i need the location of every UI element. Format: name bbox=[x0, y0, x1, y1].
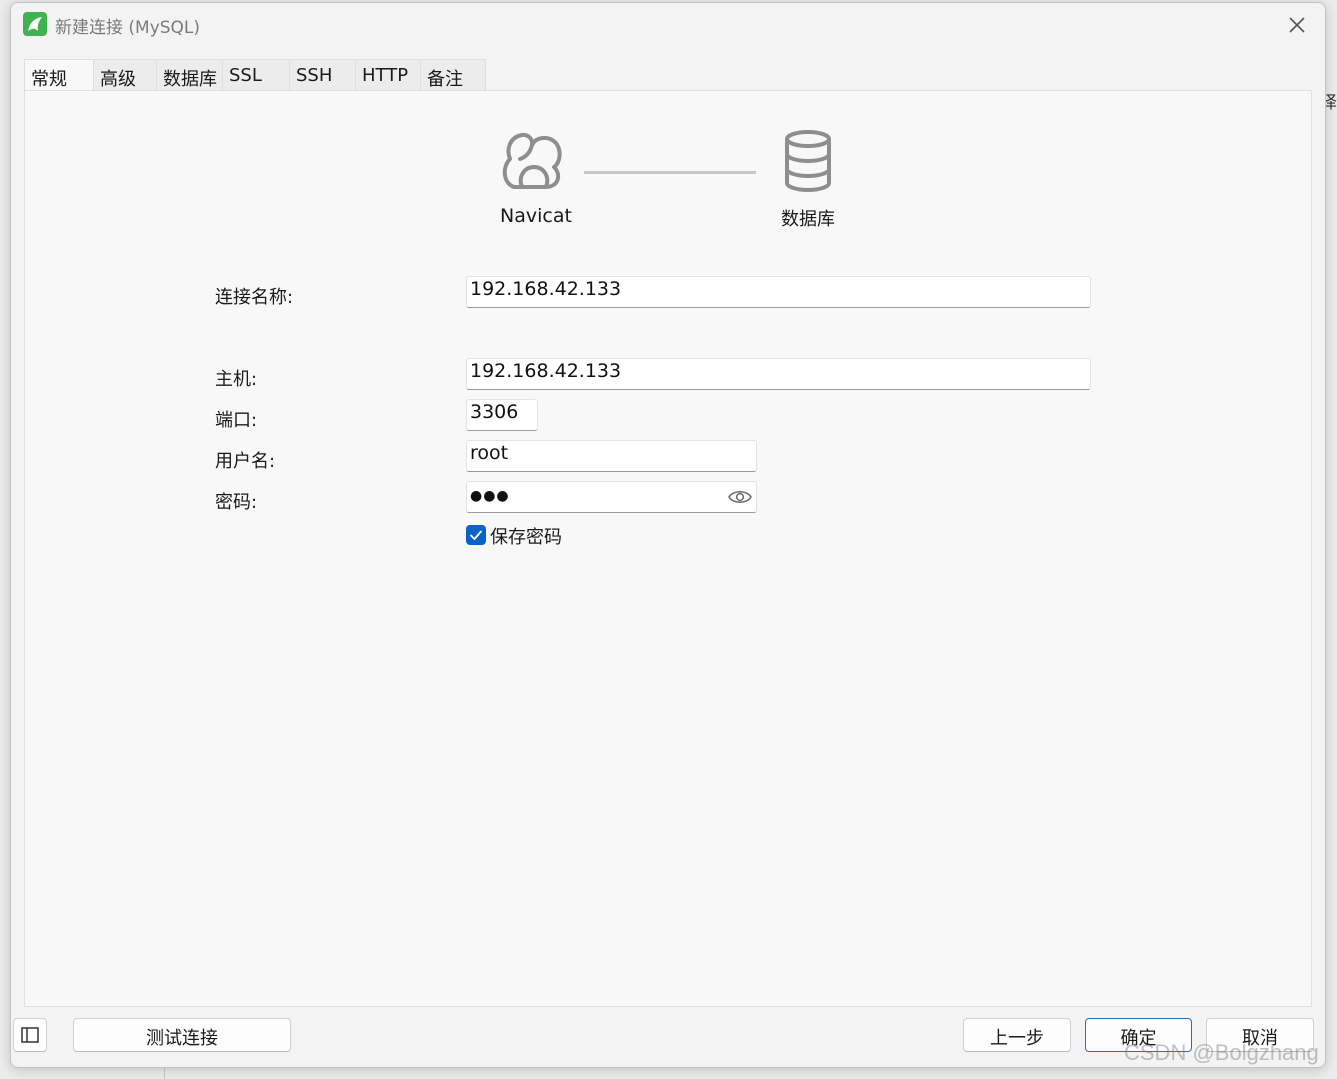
checkmark-icon bbox=[470, 530, 482, 540]
connection-name-input[interactable]: 192.168.42.133 bbox=[466, 276, 1091, 308]
titlebar: 新建连接 (MySQL) bbox=[11, 3, 1325, 47]
username-input[interactable]: root bbox=[466, 440, 757, 472]
new-connection-dialog: 新建连接 (MySQL) 常规 高级 数据库 SSL SSH HTTP 备注 N… bbox=[10, 2, 1326, 1068]
password-label: 密码: bbox=[215, 492, 258, 513]
window-title: 新建连接 (MySQL) bbox=[55, 18, 201, 38]
background-divider bbox=[164, 1068, 165, 1079]
tab-general[interactable]: 常规 bbox=[24, 59, 94, 91]
tab-bar: 常规 高级 数据库 SSL SSH HTTP 备注 bbox=[24, 59, 486, 91]
save-password-label[interactable]: 保存密码 bbox=[490, 523, 562, 549]
tab-ssh[interactable]: SSH bbox=[290, 59, 356, 91]
show-password-eye-icon[interactable] bbox=[728, 487, 752, 507]
host-label: 主机: bbox=[215, 369, 258, 390]
navicat-logo-icon bbox=[502, 132, 562, 189]
host-input[interactable]: 192.168.42.133 bbox=[466, 358, 1091, 390]
back-button[interactable]: 上一步 bbox=[963, 1018, 1071, 1052]
tab-advanced[interactable]: 高级 bbox=[94, 59, 157, 91]
tab-database[interactable]: 数据库 bbox=[157, 59, 223, 91]
database-label: 数据库 bbox=[781, 209, 835, 230]
tab-notes[interactable]: 备注 bbox=[421, 59, 486, 91]
sidebar-panel-icon bbox=[21, 1027, 39, 1043]
save-password-checkbox[interactable] bbox=[466, 525, 486, 545]
close-icon bbox=[1289, 17, 1305, 33]
connection-name-label: 连接名称: bbox=[215, 287, 294, 308]
test-connection-button[interactable]: 测试连接 bbox=[73, 1018, 291, 1052]
tab-http[interactable]: HTTP bbox=[356, 59, 421, 91]
database-icon bbox=[785, 130, 831, 193]
connection-line bbox=[584, 171, 756, 174]
navicat-label: Navicat bbox=[500, 205, 572, 227]
password-input[interactable]: ●●● bbox=[466, 481, 757, 513]
navicat-app-icon bbox=[23, 12, 47, 36]
close-button[interactable] bbox=[1283, 11, 1311, 39]
tab-ssl[interactable]: SSL bbox=[223, 59, 290, 91]
port-input[interactable]: 3306 bbox=[466, 399, 538, 431]
csdn-watermark: CSDN @Bolgzhang bbox=[1124, 1040, 1319, 1065]
general-panel: Navicat 数据库 连接名称: 192.168.42.133 主机: 192… bbox=[24, 90, 1312, 1007]
username-label: 用户名: bbox=[215, 451, 276, 472]
port-label: 端口: bbox=[215, 410, 258, 431]
password-mask: ●●● bbox=[470, 488, 510, 504]
toggle-sidebar-button[interactable] bbox=[13, 1018, 47, 1052]
